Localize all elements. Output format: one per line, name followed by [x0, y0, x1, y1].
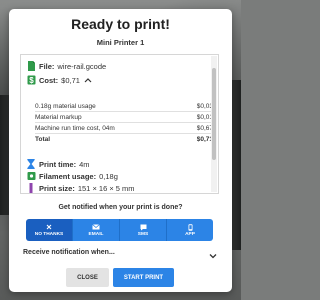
- cost-breakdown-row: Machine run time cost, 04m $0,67: [35, 123, 213, 134]
- printer-name: Mini Printer 1: [96, 38, 145, 47]
- channel-no-thanks-button[interactable]: NO THANKS: [26, 219, 73, 241]
- svg-text:$: $: [29, 76, 34, 85]
- print-size-label: Print size:: [39, 183, 75, 193]
- filament-label: Filament usage:: [39, 171, 97, 181]
- print-size-value: 151 × 16 × 5 mm: [77, 183, 135, 193]
- cost-breakdown-table: 0.18g material usage $0,03 Material mark…: [35, 101, 213, 145]
- channel-label: APP: [185, 231, 195, 237]
- chevron-down-icon[interactable]: [208, 248, 218, 259]
- print-dialog: Ready to print! Mini Printer 1 File: wir…: [9, 9, 232, 292]
- cost-total-row: Total $0,71: [35, 134, 213, 145]
- hourglass-icon: [26, 159, 36, 169]
- cost-value: $0,71: [61, 75, 80, 85]
- chevron-up-icon[interactable]: [83, 75, 93, 85]
- print-time-row: Print time: 4m: [26, 159, 90, 169]
- print-size-row: Print size: 151 × 16 × 5 mm: [26, 183, 135, 193]
- dialog-title: Ready to print!: [71, 16, 170, 32]
- channel-sms-button[interactable]: SMS: [120, 219, 167, 241]
- file-icon: [26, 61, 36, 71]
- file-value: wire-rail.gcode: [57, 61, 107, 71]
- channel-app-button[interactable]: APP: [167, 219, 213, 241]
- channel-email-button[interactable]: EMAIL: [73, 219, 120, 241]
- file-row: File: wire-rail.gcode: [26, 61, 106, 71]
- cost-item-label: Machine run time cost, 04m: [35, 125, 115, 132]
- close-icon: [46, 224, 52, 231]
- cost-row[interactable]: $ Cost: $0,71: [26, 75, 96, 85]
- filament-value: 0,18g: [99, 171, 118, 181]
- email-icon: [92, 224, 100, 231]
- cost-breakdown-row: 0.18g material usage $0,03: [35, 101, 213, 112]
- filament-spool-icon: [26, 171, 36, 181]
- ruler-icon: [26, 183, 36, 193]
- file-label: File:: [39, 61, 55, 71]
- sms-icon: [140, 224, 147, 231]
- summary-scrollbar[interactable]: [211, 56, 217, 192]
- scrollbar-thumb[interactable]: [212, 68, 216, 160]
- channel-label: EMAIL: [88, 231, 104, 237]
- print-time-label: Print time:: [39, 159, 77, 169]
- notification-question: Get notified when your print is done?: [58, 204, 183, 211]
- start-print-button[interactable]: START PRINT: [113, 268, 174, 287]
- filament-row: Filament usage: 0,18g: [26, 171, 118, 181]
- phone-icon: [188, 223, 193, 231]
- dollar-icon: $: [26, 75, 36, 85]
- notification-channel-selector: NO THANKS EMAIL SMS APP: [26, 219, 213, 241]
- print-time-value: 4m: [79, 159, 90, 169]
- print-summary-panel[interactable]: File: wire-rail.gcode $ Cost: $0,71 0.18…: [20, 54, 219, 194]
- cost-total-label: Total: [35, 136, 51, 143]
- cost-item-label: Material markup: [35, 114, 82, 121]
- cost-breakdown-row: Material markup $0,01: [35, 112, 213, 123]
- cost-label: Cost:: [39, 75, 59, 85]
- channel-label: SMS: [137, 231, 149, 237]
- cost-item-label: 0.18g material usage: [35, 103, 96, 110]
- close-button[interactable]: CLOSE: [66, 268, 109, 287]
- receive-notification-toggle[interactable]: Receive notification when...: [23, 249, 115, 256]
- channel-label: NO THANKS: [34, 231, 64, 237]
